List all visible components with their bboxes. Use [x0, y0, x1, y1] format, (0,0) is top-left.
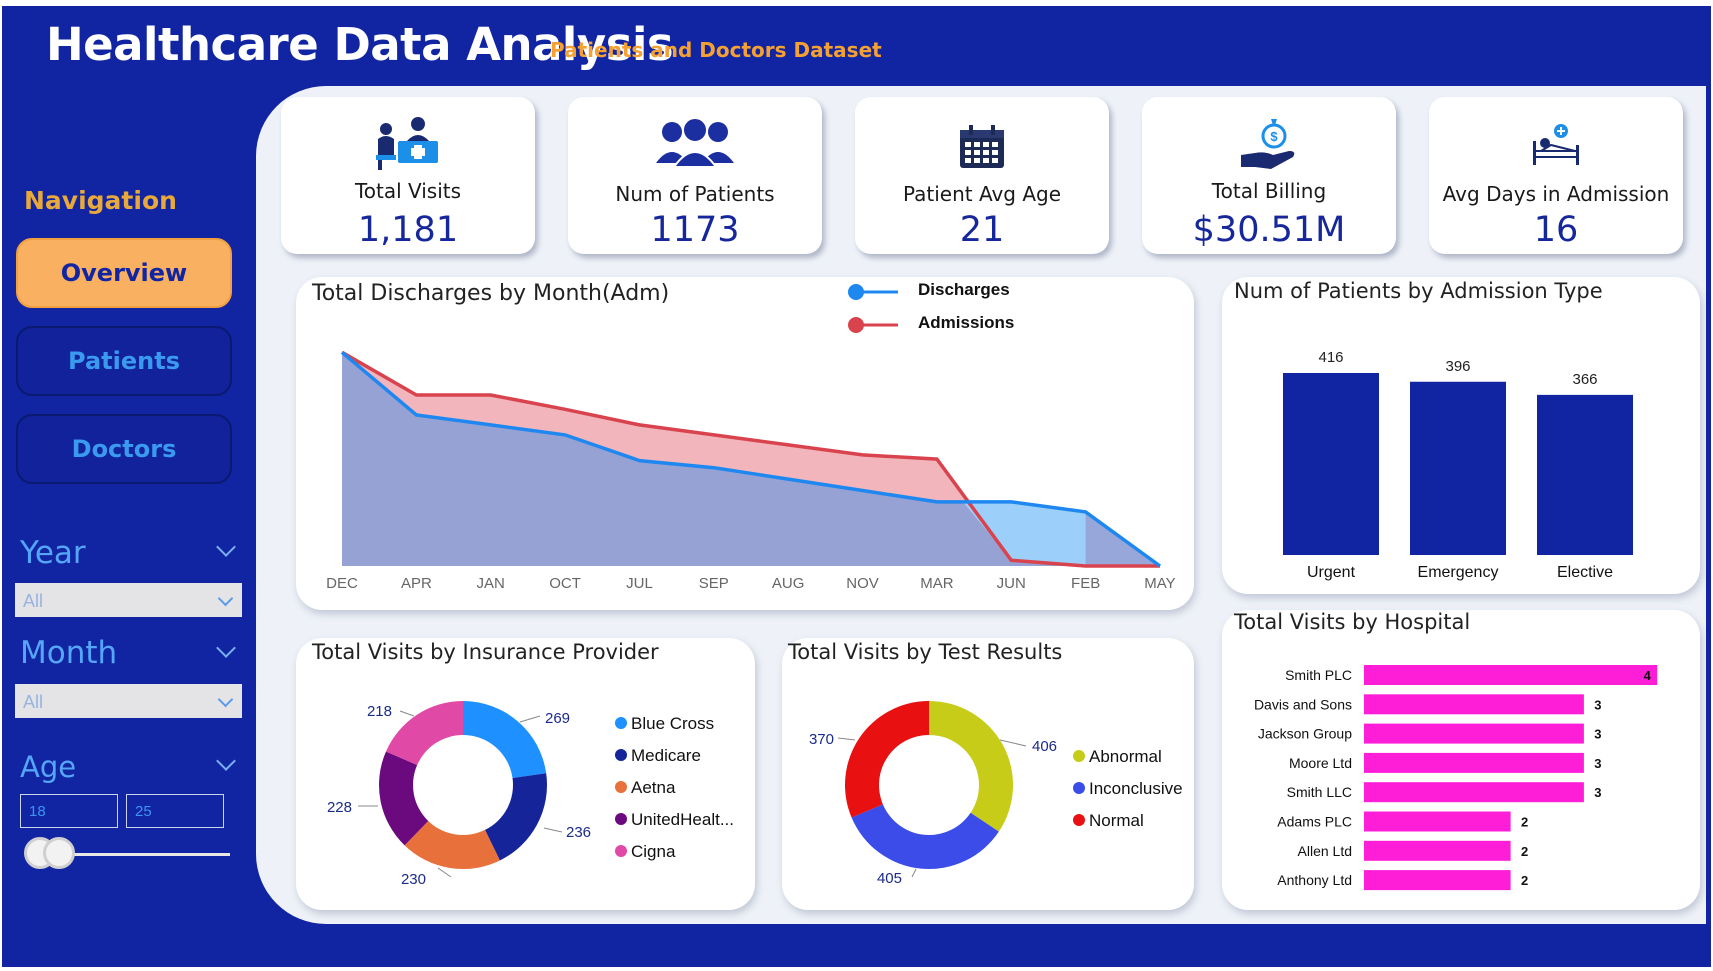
hospital-bars: Smith PLC 4 Davis and Sons 3 Jackson Group 3 M… [1254, 665, 1658, 891]
legend-marker [615, 717, 627, 729]
donut-leader-line [519, 715, 541, 723]
area-x-tick-label: DEC [326, 575, 358, 592]
donut-slice[interactable] [929, 701, 1013, 832]
hospital-bar-value: 3 [1594, 785, 1601, 800]
admission-type-bar[interactable] [1283, 373, 1379, 555]
admission-type-bar-value: 416 [1318, 349, 1343, 366]
hospital-bar[interactable] [1364, 782, 1584, 803]
hospital-bar[interactable] [1364, 752, 1584, 773]
admission-type-category-label: Emergency [1418, 564, 1499, 581]
hospital-bar-value: 3 [1594, 727, 1601, 742]
legend-marker [1073, 750, 1085, 762]
donut-slice-value: 228 [327, 799, 352, 816]
legend-label[interactable]: Cigna [631, 842, 676, 861]
area-x-tick-label: NOV [846, 575, 879, 592]
discharges-legend-marker [848, 284, 864, 300]
donut-leader-line [399, 710, 415, 717]
donut-slice-value: 236 [566, 824, 591, 841]
hospital-bar-value: 4 [1644, 668, 1652, 683]
admissions-legend-label: Admissions [918, 313, 1014, 332]
area-x-tick-label: JAN [477, 575, 505, 592]
area-x-tick-label: SEP [699, 575, 729, 592]
legend-marker [615, 813, 627, 825]
legend-label[interactable]: Medicare [631, 746, 701, 765]
legend-label[interactable]: Aetna [631, 778, 676, 797]
hospital-category-label: Davis and Sons [1254, 696, 1352, 712]
hospital-bar[interactable] [1364, 723, 1584, 744]
legend-marker [1073, 814, 1085, 826]
legend-label[interactable]: Inconclusive [1089, 779, 1183, 798]
hospital-bar[interactable] [1364, 694, 1584, 715]
admission-type-bar[interactable] [1537, 394, 1633, 555]
area-x-tick-label: FEB [1071, 575, 1100, 592]
hospital-bar[interactable] [1364, 870, 1511, 891]
donut-slice-value: 230 [401, 871, 426, 888]
donut-slice[interactable] [484, 773, 547, 861]
hospital-category-label: Allen Ltd [1298, 843, 1352, 859]
area-x-tick-label: AUG [772, 575, 805, 592]
donut-slice[interactable] [385, 701, 463, 766]
dashboard: Healthcare Data Analysis Patients and Do… [0, 0, 1713, 971]
admission-type-bar[interactable] [1410, 381, 1506, 555]
hospital-category-label: Smith LLC [1287, 784, 1352, 800]
legend-label[interactable]: UnitedHealt... [631, 810, 734, 829]
area-x-tick-label: JUN [997, 575, 1026, 592]
hospital-bar[interactable] [1364, 840, 1511, 861]
hospital-bar-value: 3 [1594, 697, 1601, 712]
admission-type-category-label: Elective [1557, 564, 1613, 581]
legend-label[interactable]: Blue Cross [631, 714, 714, 733]
donut-slice-value: 269 [545, 710, 570, 727]
hospital-bar-value: 2 [1521, 873, 1528, 888]
donut-slice-value: 370 [809, 731, 834, 748]
legend-label[interactable]: Normal [1089, 811, 1144, 830]
area-x-tick-label: JUL [626, 575, 653, 592]
donut-slice-value: 406 [1032, 738, 1057, 755]
hospital-category-label: Jackson Group [1258, 726, 1352, 742]
area-x-tick-label: APR [401, 575, 432, 592]
hospital-bar-value: 3 [1594, 756, 1601, 771]
admission-type-bar-value: 366 [1572, 371, 1597, 388]
donut-leader-line [999, 739, 1027, 747]
admission-type-bars: 416 Urgent 396 Emergency 366 Elective [1283, 349, 1633, 581]
hospital-bar[interactable] [1364, 811, 1511, 832]
area-x-tick-label: MAY [1144, 575, 1175, 592]
area-x-tick-label: OCT [549, 575, 581, 592]
hospital-category-label: Moore Ltd [1289, 755, 1352, 771]
donut-leader-line [437, 867, 452, 878]
test-results-donut: 406 Abnormal 405 Inconclusive 370 Normal [809, 701, 1183, 887]
admission-type-category-label: Urgent [1307, 564, 1356, 581]
hospital-bar[interactable] [1364, 665, 1658, 685]
donut-leader-line [911, 868, 917, 878]
charts-layer: DEC APR JAN OCT JUL SEP AUG NOV MAR JUN FEB MAY Dis… [326, 280, 1658, 891]
legend-marker [615, 781, 627, 793]
legend-marker [615, 749, 627, 761]
admission-type-bar-value: 396 [1445, 358, 1470, 375]
legend-label[interactable]: Abnormal [1089, 747, 1162, 766]
discharges-legend[interactable]: Discharges Admissions [848, 280, 1014, 333]
donut-slice[interactable] [463, 701, 547, 779]
donut-leader-line [837, 737, 856, 741]
area-x-tick-label: MAR [920, 575, 954, 592]
discharges-area-chart: DEC APR JAN OCT JUL SEP AUG NOV MAR JUN FEB MAY Dis… [326, 280, 1176, 592]
insurance-donut: 269 Blue Cross 236 Medicare 230 Aetna 228 Unite… [327, 701, 734, 888]
discharges-legend-label: Discharges [918, 280, 1010, 299]
donut-slice-value: 218 [367, 703, 392, 720]
area-x-axis: DEC APR JAN OCT JUL SEP AUG NOV MAR JUN FEB MAY [326, 575, 1176, 592]
admissions-legend-marker [848, 317, 864, 333]
donut-slice-value: 405 [877, 870, 902, 887]
legend-marker [1073, 782, 1085, 794]
hospital-category-label: Adams PLC [1277, 814, 1352, 830]
hospital-bar-value: 2 [1521, 815, 1528, 830]
legend-marker [615, 845, 627, 857]
donut-slice[interactable] [845, 701, 929, 818]
hospital-category-label: Anthony Ltd [1277, 872, 1352, 888]
hospital-category-label: Smith PLC [1285, 667, 1352, 683]
donut-leader-line [543, 827, 563, 833]
hospital-bar-value: 2 [1521, 844, 1528, 859]
